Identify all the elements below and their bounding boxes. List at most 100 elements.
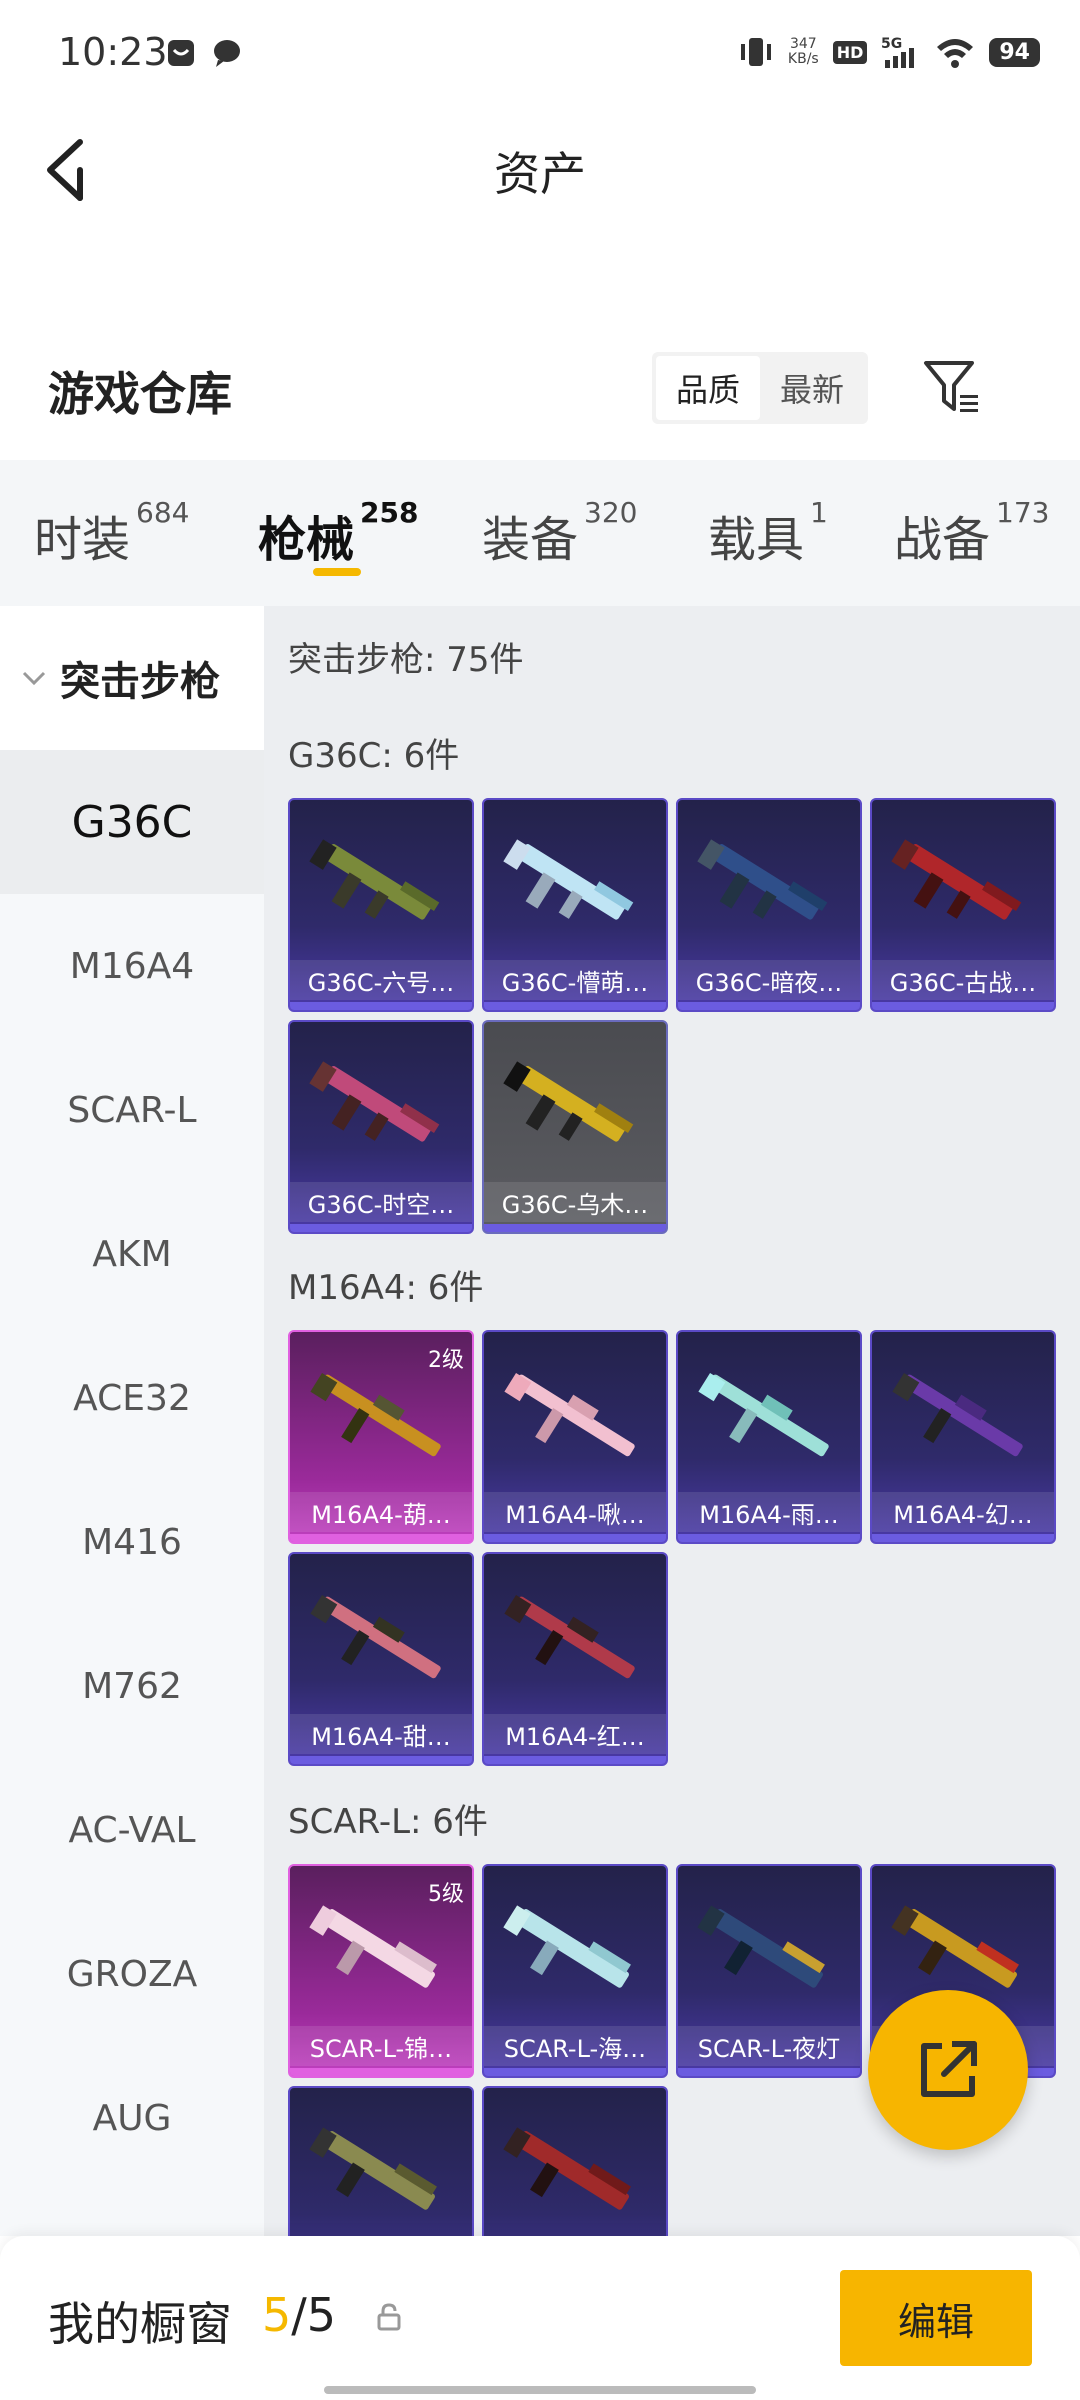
weapon-card[interactable]: M16A4-幻… [870,1330,1056,1544]
weapon-name: M16A4-甜… [290,1714,472,1754]
sidebar-category[interactable]: 突击步枪 [0,606,264,750]
sidebar-item-m762[interactable]: M762 [0,1614,264,1758]
weapon-card[interactable]: M16A4-甜… [288,1552,474,1766]
sort-quality-button[interactable]: 品质 [656,356,760,420]
weapon-card[interactable]: SCAR-L-夜灯 [676,1864,862,2078]
rifle-icon [503,839,634,920]
weapon-name: G36C-暗夜… [678,960,860,1000]
sidebar-item-m16a4[interactable]: M16A4 [0,894,264,1038]
tab-count: 258 [360,496,419,529]
weapon-card[interactable]: G36C-乌木… [482,1020,668,1234]
tab-count: 173 [996,496,1050,529]
rifle-icon [891,839,1022,920]
svg-text:5G: 5G [881,36,902,52]
tab-label: 装备 [482,512,579,568]
weapon-card[interactable]: G36C-六号… [288,798,474,1012]
weapon-card[interactable] [482,2086,668,2236]
showcase-bar: 我的橱窗 5/5 编辑 [0,2236,1080,2400]
active-tab-indicator [313,568,361,576]
external-link-icon [921,2041,977,2097]
sidebar-item-akm[interactable]: AKM [0,1182,264,1326]
quality-bar [484,2068,666,2076]
rifle-icon [503,1061,634,1142]
sidebar-item-scar-l[interactable]: SCAR-L [0,1038,264,1182]
hd-badge: HD [832,40,868,64]
edit-button[interactable]: 编辑 [840,2270,1032,2366]
weapon-card[interactable]: G36C-时空… [288,1020,474,1234]
weapon-name: G36C-乌木… [484,1182,666,1222]
weapon-name: M16A4-啾… [484,1492,666,1532]
signal-icon: 5G [881,36,915,68]
tab-label: 枪械 [258,512,355,568]
quality-bar [678,1002,860,1010]
net-speed-unit: KB/s [787,51,819,67]
rifle-icon [310,1373,441,1457]
sort-newest-button[interactable]: 最新 [760,356,864,420]
rifle-icon [503,2127,631,2210]
sidebar-item-g36c[interactable]: G36C [0,750,264,894]
status-right: 347 KB/s HD 5G 94 [738,30,1040,74]
tab-fashion[interactable]: 时装 684 [34,496,189,570]
quality-bar [872,1002,1054,1010]
notification-icon [168,40,194,66]
quality-bar [290,1534,472,1542]
weapon-card[interactable]: M16A4-啾… [482,1330,668,1544]
weapon-card[interactable]: G36C-懵萌… [482,798,668,1012]
weapon-name: G36C-时空… [290,1182,472,1222]
net-speed: 347 KB/s [788,37,819,67]
tab-count: 1 [810,496,828,529]
sidebar-item-ace32[interactable]: ACE32 [0,1326,264,1470]
rifle-icon [697,839,828,920]
sidebar-item-aug[interactable]: AUG [0,2046,264,2190]
section-title-g36c: G36C: 6件 [288,736,460,776]
weapon-card[interactable]: SCAR-L-海… [482,1864,668,2078]
weapon-sidebar: 突击步枪 G36C M16A4 SCAR-L AKM ACE32 M416 M7… [0,606,264,2236]
sidebar-category-label: 突击步枪 [60,659,220,705]
sidebar-item-ac-val[interactable]: AC-VAL [0,1758,264,1902]
sidebar-item-m416[interactable]: M416 [0,1470,264,1614]
rifle-icon [504,1595,635,1679]
share-button[interactable] [868,1990,1028,2150]
filter-icon[interactable] [920,355,986,421]
weapon-name: SCAR-L-海… [484,2026,666,2066]
status-bar: 10:23 347 KB/s HD 5G 94 [0,0,1080,110]
section-title-m16a4: M16A4: 6件 [288,1268,484,1308]
quality-bar [290,1002,472,1010]
battery-indicator: 94 [989,37,1040,67]
tab-supplies[interactable]: 战备 173 [894,496,1049,570]
section-title-scar-l: SCAR-L: 6件 [288,1802,488,1842]
tab-guns[interactable]: 枪械 258 [258,496,418,570]
weapon-name: M16A4-雨… [678,1492,860,1532]
rifle-icon [504,1373,635,1457]
weapon-name: M16A4-幻… [872,1492,1054,1532]
showcase-current: 5 [262,2288,292,2342]
lock-icon [377,2303,401,2331]
tab-equipment[interactable]: 装备 320 [482,496,637,570]
weapon-card[interactable] [288,2086,474,2236]
weapon-name: SCAR-L-锦… [290,2026,472,2066]
quality-bar [484,1224,666,1232]
weapon-card[interactable]: M16A4-雨… [676,1330,862,1544]
tab-vehicles[interactable]: 载具 1 [708,496,828,570]
message-icon [214,40,240,67]
tab-label: 时装 [34,512,131,568]
weapon-name: G36C-懵萌… [484,960,666,1000]
weapon-card[interactable]: G36C-古战… [870,798,1056,1012]
weapon-card[interactable]: 2级 M16A4-葫… [288,1330,474,1544]
net-speed-value: 347 [789,36,817,52]
weapon-card[interactable]: M16A4-红… [482,1552,668,1766]
weapon-name: G36C-六号… [290,960,472,1000]
weapon-card[interactable]: G36C-暗夜… [676,798,862,1012]
rifle-icon [309,1061,440,1142]
quality-bar [290,1224,472,1232]
quality-bar [290,2068,472,2076]
quality-bar [484,1002,666,1010]
showcase-label: 我的橱窗 [48,2297,232,2351]
weapon-name: M16A4-红… [484,1714,666,1754]
weapon-name: SCAR-L-夜灯 [678,2026,860,2066]
weapon-card[interactable]: 5级 SCAR-L-锦… [288,1864,474,2078]
home-indicator[interactable] [324,2386,756,2394]
quality-bar [484,1756,666,1764]
rifle-icon [697,1905,825,1988]
sidebar-item-groza[interactable]: GROZA [0,1902,264,2046]
